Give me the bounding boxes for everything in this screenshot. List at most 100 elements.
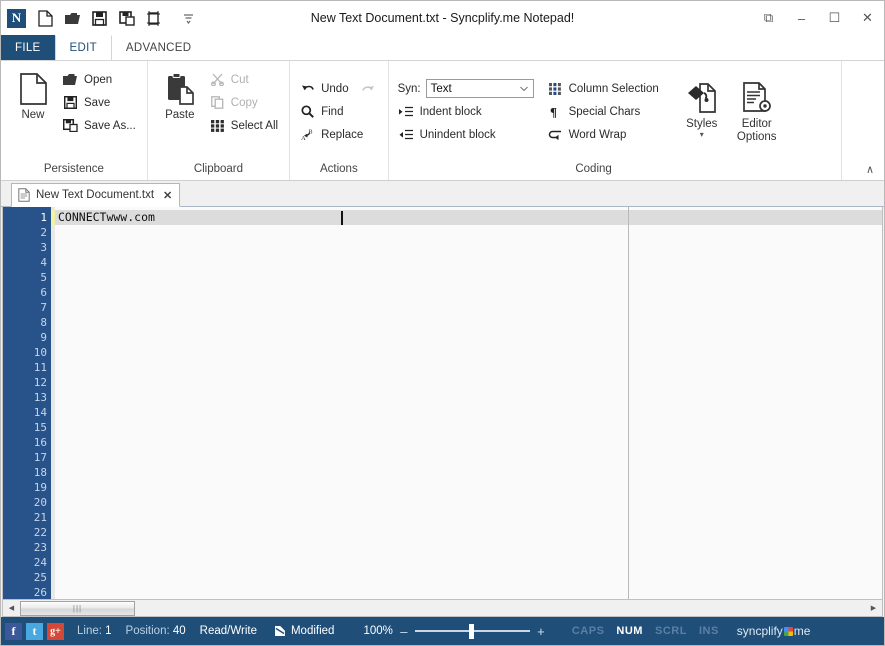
zoom-slider[interactable] <box>414 623 530 639</box>
scrollbar-track[interactable]: ||| <box>20 600 865 616</box>
line-number-gutter: 1 2 3 4 5 6 7 8 9 10 11 12 13 14 15 16 1… <box>3 207 51 599</box>
indent-block-label: Indent block <box>419 105 482 118</box>
save-as-button[interactable]: Save As... <box>59 114 141 137</box>
minimize-window-button[interactable]: – <box>785 3 818 33</box>
line-number: 5 <box>40 271 47 284</box>
indent-block-button[interactable]: Indent block <box>395 100 534 123</box>
select-all-button[interactable]: Select All <box>206 114 283 137</box>
document-tab-strip: New Text Document.txt ✕ <box>1 181 884 207</box>
line-number: 1 <box>40 211 47 224</box>
editor-options-label-line2: Options <box>736 131 777 143</box>
tab-file[interactable]: FILE <box>1 35 55 60</box>
line-number: 25 <box>33 571 47 584</box>
replace-button[interactable]: AB Replace <box>296 123 382 146</box>
modified-label: Modified <box>290 625 335 637</box>
magnifier-icon <box>299 105 316 118</box>
restore-window-button[interactable]: ⧉ <box>752 3 785 33</box>
styles-button[interactable]: Styles ▾ <box>676 74 728 139</box>
scrollbar-thumb[interactable]: ||| <box>20 600 135 616</box>
tab-advanced[interactable]: ADVANCED <box>112 35 205 60</box>
editor-options-label-line1: Editor <box>741 118 772 130</box>
zoom-slider-thumb[interactable] <box>469 623 475 639</box>
save-button[interactable]: Save <box>59 91 141 114</box>
position-label: Position: <box>125 625 170 637</box>
save-as-icon[interactable] <box>114 6 139 30</box>
syncplify-brand[interactable]: syncplify me <box>737 624 811 638</box>
column-selection-button[interactable]: Column Selection <box>544 77 664 100</box>
document-tab-label: New Text Document.txt <box>36 189 155 201</box>
new-document-icon <box>19 69 47 109</box>
close-tab-icon[interactable]: ✕ <box>163 189 172 202</box>
syntax-combobox[interactable]: Text <box>425 79 534 98</box>
social-links: f t g+ <box>5 622 70 640</box>
save-icon[interactable] <box>87 6 112 30</box>
close-window-button[interactable]: ✕ <box>851 3 884 33</box>
zoom-control[interactable]: 100% – + <box>363 623 546 639</box>
zoom-out-button[interactable]: – <box>399 624 409 639</box>
horizontal-scrollbar[interactable]: ◀ ||| ▶ <box>2 600 883 617</box>
right-margin-guide <box>628 207 629 599</box>
new-button[interactable]: New <box>7 65 59 122</box>
copy-button[interactable]: Copy <box>206 91 283 114</box>
unindent-block-button[interactable]: Unindent block <box>395 123 534 146</box>
text-file-icon <box>18 188 30 202</box>
line-number: 19 <box>33 481 47 494</box>
status-bar: f t g+ Line: 1 Position: 40 Read/Write M… <box>1 617 884 645</box>
collapse-ribbon-button[interactable]: ∧ <box>862 161 878 178</box>
customize-toolbar-icon[interactable] <box>176 6 201 30</box>
line-number: 13 <box>33 391 47 404</box>
special-chars-button[interactable]: ¶ Special Chars <box>544 100 664 123</box>
redo-arrow-icon[interactable] <box>360 83 377 95</box>
chevron-down-icon[interactable] <box>517 80 531 97</box>
scroll-lock-flag: SCRL <box>654 625 687 637</box>
cut-button[interactable]: Cut <box>206 68 283 91</box>
find-button[interactable]: Find <box>296 100 382 123</box>
print-preview-icon[interactable] <box>141 6 166 30</box>
position-indicator: Position: 40 <box>119 625 193 637</box>
tab-edit[interactable]: EDIT <box>54 35 112 60</box>
syncplify-pinwheel-icon <box>783 626 793 636</box>
code-surface[interactable]: CONNECTwww.com <box>55 207 882 599</box>
paste-button[interactable]: Paste <box>154 65 206 122</box>
line-number: 17 <box>33 451 47 464</box>
indent-block-icon <box>398 106 415 118</box>
line-label: Line: <box>77 625 102 637</box>
facebook-icon[interactable]: f <box>5 622 22 640</box>
line-number: 26 <box>33 586 47 599</box>
google-plus-icon[interactable]: g+ <box>47 622 64 640</box>
open-folder-icon[interactable] <box>60 6 85 30</box>
word-wrap-button[interactable]: Word Wrap <box>544 123 664 146</box>
styles-palette-icon <box>687 78 717 118</box>
unindent-block-label: Unindent block <box>419 128 496 141</box>
ribbon-group-label-coding: Coding <box>575 163 612 175</box>
scroll-right-icon[interactable]: ▶ <box>865 601 882 616</box>
new-button-label: New <box>21 109 45 121</box>
twitter-icon[interactable]: t <box>26 622 43 640</box>
caps-flag: CAPS <box>571 625 605 637</box>
chevron-down-icon[interactable]: ▾ <box>700 131 704 139</box>
undo-button[interactable]: Undo <box>296 77 382 100</box>
editor-area[interactable]: 1 2 3 4 5 6 7 8 9 10 11 12 13 14 15 16 1… <box>2 207 883 600</box>
line-number: 2 <box>40 226 47 239</box>
save-button-label: Save <box>84 96 111 109</box>
access-mode-indicator[interactable]: Read/Write <box>193 625 264 637</box>
maximize-window-button[interactable]: ☐ <box>818 3 851 33</box>
document-tab[interactable]: New Text Document.txt ✕ <box>11 183 181 207</box>
scroll-left-icon[interactable]: ◀ <box>3 601 20 616</box>
undo-arrow-icon <box>299 83 316 95</box>
editor-options-button[interactable]: Editor Options <box>728 74 786 144</box>
word-wrap-label: Word Wrap <box>568 128 627 141</box>
line-number: 21 <box>33 511 47 524</box>
new-file-icon[interactable] <box>33 6 58 30</box>
open-button[interactable]: Open <box>59 68 141 91</box>
ribbon: New Open Save Save As... Persistence Pas… <box>1 61 884 181</box>
zoom-in-button[interactable]: + <box>536 624 546 639</box>
